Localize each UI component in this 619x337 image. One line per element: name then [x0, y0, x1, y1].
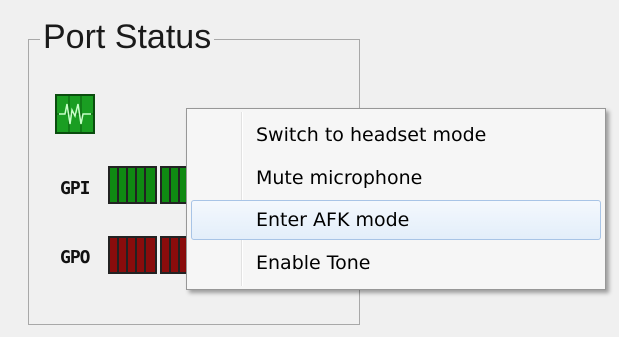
gpo-label: GPO	[60, 247, 90, 268]
heartbeat-icon	[55, 94, 95, 134]
menu-item-enter-afk-mode[interactable]: Enter AFK mode	[191, 200, 601, 240]
port-status-title: Port Status	[40, 16, 215, 58]
menu-item-label: Mute microphone	[256, 167, 423, 189]
gpo-bank-1	[108, 236, 157, 274]
gpi-bank-1	[108, 166, 157, 204]
gpi-label: GPI	[60, 178, 90, 199]
menu-item-label: Enter AFK mode	[256, 209, 410, 231]
menu-item-label: Enable Tone	[256, 252, 371, 274]
menu-item-enable-tone[interactable]: Enable Tone	[191, 243, 601, 283]
context-menu: Switch to headset mode Mute microphone E…	[186, 108, 606, 290]
menu-item-label: Switch to headset mode	[256, 124, 487, 146]
menu-item-switch-headset-mode[interactable]: Switch to headset mode	[191, 115, 601, 155]
menu-item-mute-microphone[interactable]: Mute microphone	[191, 158, 601, 198]
